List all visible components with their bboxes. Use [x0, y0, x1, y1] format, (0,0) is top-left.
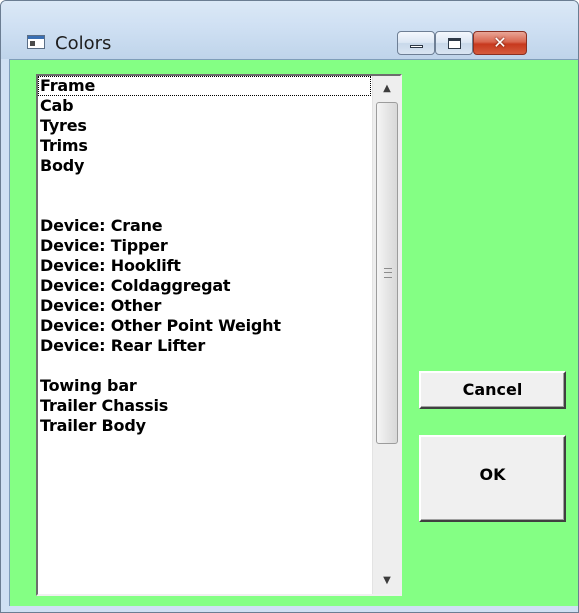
color-part-listbox[interactable]: Frame Cab Tyres Trims Body Device: Crane Devic… [36, 74, 402, 596]
list-item[interactable]: Device: Other [38, 296, 371, 316]
list-item[interactable]: Cab [38, 96, 371, 116]
list-item[interactable]: Trailer Body [38, 416, 371, 436]
list-item-empty[interactable] [38, 356, 371, 376]
list-item[interactable]: Frame [38, 76, 371, 96]
list-item[interactable]: Body [38, 156, 371, 176]
list-item-empty[interactable] [38, 176, 371, 196]
maximize-icon [448, 38, 461, 49]
scroll-down-arrow-icon[interactable]: ▼ [373, 568, 400, 594]
list-item[interactable]: Device: Rear Lifter [38, 336, 371, 356]
window-title: Colors [55, 33, 112, 54]
close-button[interactable]: ✕ [473, 31, 527, 55]
listbox-items: Frame Cab Tyres Trims Body Device: Crane Devic… [38, 76, 371, 594]
scroll-thumb[interactable] [376, 102, 398, 444]
list-item[interactable]: Towing bar [38, 376, 371, 396]
minimize-icon [410, 45, 423, 48]
list-item[interactable]: Device: Hooklift [38, 256, 371, 276]
ok-button[interactable]: OK [419, 435, 566, 522]
list-item-empty[interactable] [38, 196, 371, 216]
vertical-scrollbar[interactable]: ▲ ▼ [372, 76, 400, 594]
maximize-button[interactable] [435, 31, 473, 55]
dialog-client-area: Frame Cab Tyres Trims Body Device: Crane Devic… [9, 59, 578, 606]
list-item[interactable]: Trailer Chassis [38, 396, 371, 416]
list-item[interactable]: Trims [38, 136, 371, 156]
list-item[interactable]: Device: Crane [38, 216, 371, 236]
list-item[interactable]: Device: Coldaggregat [38, 276, 371, 296]
title-bar[interactable]: Colors ✕ [1, 1, 578, 59]
list-item[interactable]: Tyres [38, 116, 371, 136]
cancel-button[interactable]: Cancel [419, 371, 566, 409]
app-window-icon [27, 35, 45, 49]
close-icon: ✕ [493, 33, 507, 52]
colors-window: Colors ✕ Frame Cab Tyres Trims Body Device: C… [0, 0, 579, 613]
list-item[interactable]: Device: Tipper [38, 236, 371, 256]
minimize-button[interactable] [397, 31, 435, 55]
grip-icon [384, 268, 392, 278]
scroll-up-arrow-icon[interactable]: ▲ [373, 76, 400, 102]
list-item[interactable]: Device: Other Point Weight [38, 316, 371, 336]
